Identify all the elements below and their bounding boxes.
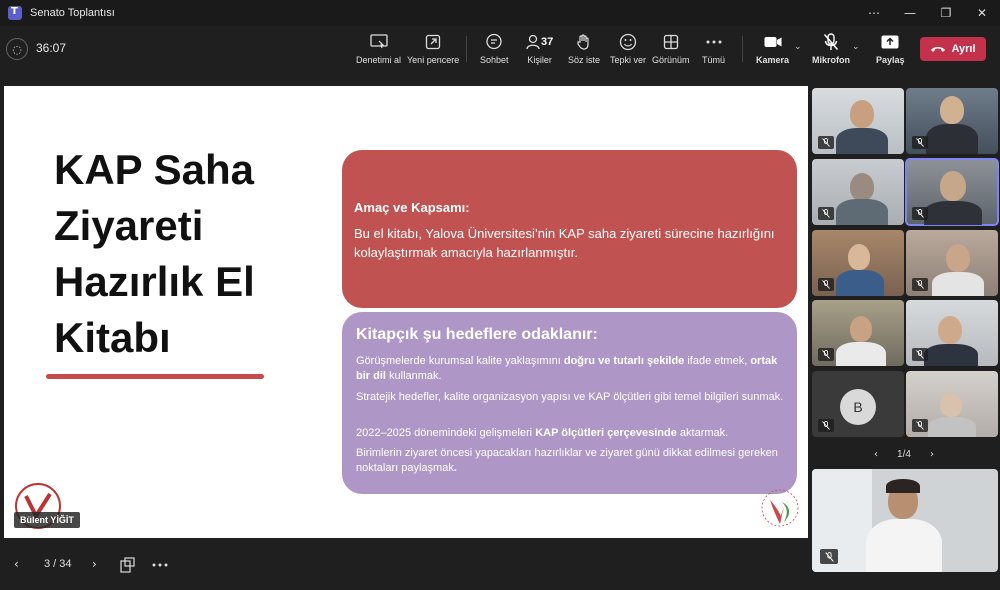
raise-hand-button[interactable]: Söz iste: [568, 32, 600, 68]
shared-screen: KAP Saha Ziyareti Hazırlık El Kitabı Ama…: [4, 86, 808, 538]
mic-options-chevron-icon[interactable]: ⌄: [852, 42, 860, 52]
self-view-video[interactable]: [812, 469, 998, 572]
slides-panel-icon[interactable]: [120, 557, 136, 573]
mic-off-icon: [912, 348, 928, 361]
mic-off-icon: [823, 32, 839, 52]
view-button[interactable]: Görünüm: [652, 32, 690, 68]
goal-item: Görüşmelerde kurumsal kalite yaklaşımını…: [356, 355, 778, 382]
previous-slide-chevron-icon[interactable]: ‹: [14, 557, 19, 571]
gallery-page-indicator: 1/4: [897, 448, 911, 460]
mic-off-icon: [912, 419, 928, 432]
mic-off-icon: [818, 348, 834, 361]
window-title: Senato Toplantısı: [30, 7, 115, 19]
purpose-text: Bu el kitabı, Yalova Üniversitesi’nin KA…: [354, 226, 775, 260]
more-options-icon[interactable]: ⋯: [856, 0, 892, 26]
leave-button[interactable]: Ayrıl: [920, 37, 986, 61]
screen-control-icon: [369, 32, 388, 52]
maximize-button[interactable]: ❐: [928, 0, 964, 26]
mic-off-icon: [818, 207, 834, 220]
participant-video-tile[interactable]: [906, 230, 998, 296]
camera-icon: [764, 32, 782, 52]
camera-options-chevron-icon[interactable]: ⌄: [794, 42, 802, 52]
chat-button[interactable]: Sohbet: [480, 32, 509, 68]
chat-icon: [485, 32, 503, 52]
close-button[interactable]: ✕: [964, 0, 1000, 26]
hang-up-icon: [931, 47, 946, 52]
participant-avatar-tile[interactable]: B: [812, 371, 904, 437]
mic-button[interactable]: Mikrofon: [812, 32, 850, 68]
share-button[interactable]: Paylaş: [876, 32, 905, 68]
new-window-button[interactable]: Yeni pencere: [407, 32, 459, 68]
goals-heading: Kitapçık şu hedeflere odaklanır:: [356, 326, 598, 343]
gallery-previous-chevron-icon[interactable]: ‹: [874, 449, 878, 460]
next-slide-chevron-icon[interactable]: ›: [92, 557, 97, 571]
mic-off-icon: [912, 278, 928, 291]
goal-item: Stratejik hedefler, kalite organizasyon …: [356, 391, 784, 403]
meeting-toolbar: ◌ 36:07 Denetimi al Yeni pencere Sohbet …: [0, 26, 1000, 72]
slide-page-indicator: 3 / 34: [44, 558, 72, 570]
mic-off-icon: [818, 278, 834, 291]
title-underline: [46, 374, 264, 379]
gallery-pager: ‹ 1/4 ›: [874, 446, 934, 462]
title-bar: Senato Toplantısı ⋯ — ❐ ✕: [0, 0, 1000, 26]
share-icon: [881, 32, 899, 52]
participant-video-tile[interactable]: [906, 300, 998, 366]
university-logo: [761, 489, 799, 527]
take-control-button[interactable]: Denetimi al: [356, 32, 401, 68]
more-button[interactable]: Tümü: [702, 32, 725, 68]
mic-off-icon: [820, 549, 838, 564]
purpose-heading: Amaç ve Kapsamı:: [354, 200, 470, 215]
react-button[interactable]: Tepki ver: [610, 32, 646, 68]
participant-video-tile[interactable]: [906, 88, 998, 154]
participant-video-tile[interactable]: [812, 230, 904, 296]
mic-off-icon: [912, 207, 928, 220]
goal-item: Birimlerin ziyaret öncesi yapacakları ha…: [356, 447, 778, 474]
mic-off-icon: [912, 136, 928, 149]
slide-more-dots-icon[interactable]: [152, 563, 168, 567]
people-count: 37: [541, 36, 554, 48]
goal-item: 2022–2025 dönemindeki gelişmeleri KAP öl…: [356, 427, 729, 439]
participant-video-tile[interactable]: [812, 300, 904, 366]
participant-video-tile[interactable]: [812, 159, 904, 225]
meeting-timer: 36:07: [36, 41, 67, 55]
participant-video-tile[interactable]: [906, 371, 998, 437]
people-button[interactable]: 37 Kişiler: [526, 32, 553, 68]
toolbar-divider: [742, 36, 743, 62]
camera-button[interactable]: Kamera: [756, 32, 789, 68]
hand-icon: [576, 32, 592, 52]
purpose-box: Amaç ve Kapsamı: Bu el kitabı, Yalova Ün…: [342, 150, 797, 308]
toolbar-divider: [466, 36, 467, 62]
teams-icon: [8, 6, 22, 20]
mic-off-icon: [818, 419, 834, 432]
slide-navigation: ‹ 3 / 34 ›: [0, 540, 808, 590]
avatar: B: [840, 389, 876, 425]
people-icon: [526, 34, 540, 50]
pop-out-icon: [425, 32, 441, 52]
smiley-icon: [619, 32, 637, 52]
gallery-next-chevron-icon[interactable]: ›: [930, 449, 934, 460]
shield-icon[interactable]: ◌: [6, 38, 28, 60]
presenter-name-tag: Bülent YİĞİT: [14, 512, 80, 528]
participant-video-tile-active-speaker[interactable]: [905, 158, 999, 226]
minimize-button[interactable]: —: [892, 0, 928, 26]
grid-view-icon: [663, 32, 679, 52]
mic-off-icon: [818, 136, 834, 149]
participant-video-tile[interactable]: [812, 88, 904, 154]
slide-title: KAP Saha Ziyareti Hazırlık El Kitabı: [54, 146, 255, 361]
goals-box: Kitapçık şu hedeflere odaklanır: Görüşme…: [342, 312, 797, 494]
more-dots-icon: [706, 32, 722, 52]
